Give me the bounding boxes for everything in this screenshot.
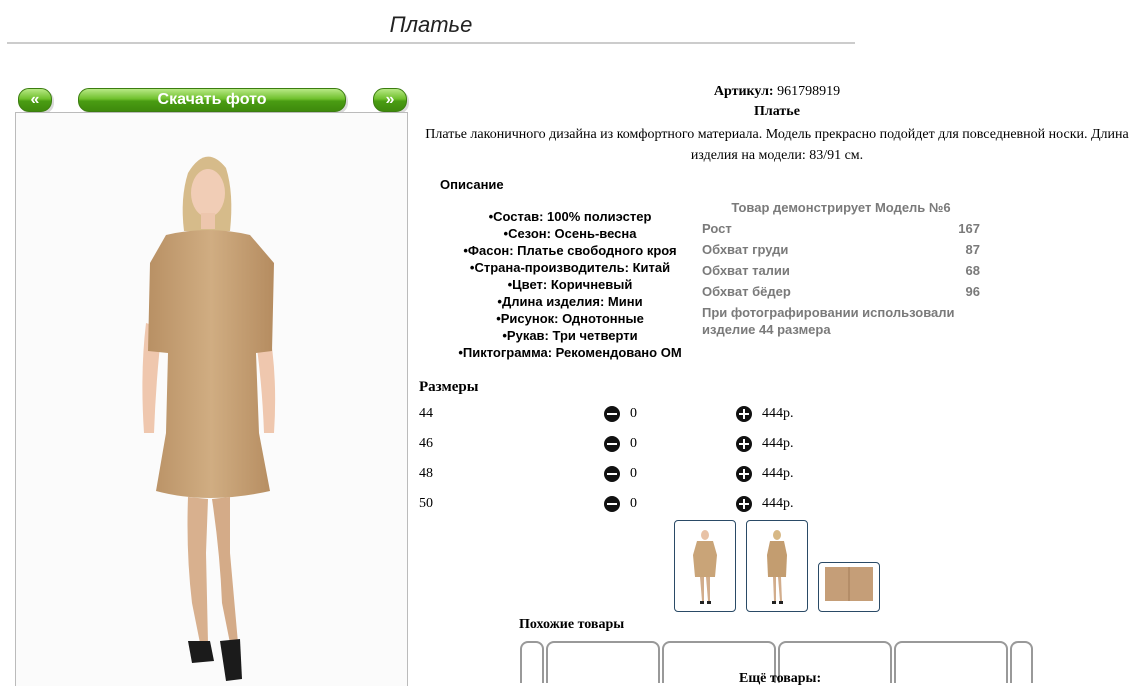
model-row-label: Обхват талии bbox=[702, 263, 790, 278]
size-label: 44 bbox=[419, 406, 433, 421]
model-row-label: Рост bbox=[702, 221, 732, 236]
quantity-value: 0 bbox=[630, 496, 637, 511]
product-name: Платье bbox=[754, 104, 800, 119]
list-item: Рукав: Три четверти bbox=[436, 327, 704, 344]
minus-icon[interactable] bbox=[604, 436, 620, 452]
list-item: Пиктограмма: Рекомендовано ОМ bbox=[436, 344, 704, 361]
product-description: Платье лаконичного дизайна из комфортног… bbox=[425, 127, 1129, 163]
plus-icon[interactable] bbox=[736, 466, 752, 482]
plus-icon[interactable] bbox=[736, 496, 752, 512]
size-price: 444р. bbox=[762, 406, 794, 421]
model-row-value: 68 bbox=[965, 263, 980, 278]
article-line: Артикул: 961798919 bbox=[416, 84, 1129, 100]
list-item: Состав: 100% полиэстер bbox=[436, 208, 704, 225]
quantity-value: 0 bbox=[630, 466, 637, 481]
list-item: Фасон: Платье свободного кроя bbox=[436, 242, 704, 259]
model-row-hips: Обхват бёдер 96 bbox=[702, 281, 980, 302]
thumbnail-front-image bbox=[693, 530, 717, 604]
model-heading: Товар демонстрирует Модель №6 bbox=[731, 200, 951, 215]
list-item: Страна-производитель: Китай bbox=[436, 259, 704, 276]
article-value: 961798919 bbox=[777, 84, 841, 99]
sizes-heading: Размеры bbox=[419, 379, 479, 395]
next-photo-button[interactable]: » bbox=[373, 88, 407, 112]
similar-scroll-left[interactable] bbox=[520, 641, 544, 683]
size-price: 444р. bbox=[762, 466, 794, 481]
size-label: 46 bbox=[419, 436, 433, 451]
article-label: Артикул: bbox=[713, 84, 774, 99]
model-row-value: 167 bbox=[958, 221, 980, 236]
thumbnail-side-image bbox=[767, 530, 787, 604]
list-item: Цвет: Коричневый bbox=[436, 276, 704, 293]
model-measurements: Товар демонстрирует Модель №6 Рост 167 О… bbox=[702, 198, 980, 338]
page-title: Платье bbox=[389, 12, 473, 37]
model-row-value: 96 bbox=[965, 284, 980, 299]
size-row: 44 0 444р. bbox=[419, 404, 819, 424]
list-item: Рисунок: Однотонные bbox=[436, 310, 704, 327]
download-photo-button[interactable]: Скачать фото bbox=[78, 88, 346, 112]
plus-icon[interactable] bbox=[736, 406, 752, 422]
thumbnail-fabric[interactable] bbox=[818, 562, 880, 612]
thumbnail-front[interactable] bbox=[674, 520, 736, 612]
model-row-chest: Обхват груди 87 bbox=[702, 239, 980, 260]
similar-item-card[interactable] bbox=[546, 641, 660, 683]
list-item: Длина изделия: Мини bbox=[436, 293, 704, 310]
size-price: 444р. bbox=[762, 436, 794, 451]
list-item: Сезон: Осень-весна bbox=[436, 225, 704, 242]
size-row: 46 0 444р. bbox=[419, 434, 819, 454]
similar-scroll-right[interactable] bbox=[1010, 641, 1033, 683]
similar-heading: Похожие товары bbox=[519, 617, 625, 632]
minus-icon[interactable] bbox=[604, 496, 620, 512]
description-heading: Описание bbox=[440, 177, 504, 192]
prev-photo-button[interactable]: « bbox=[18, 88, 52, 112]
thumbnail-side[interactable] bbox=[746, 520, 808, 612]
size-row: 50 0 444р. bbox=[419, 494, 819, 514]
minus-icon[interactable] bbox=[604, 466, 620, 482]
similar-item-card[interactable] bbox=[894, 641, 1008, 683]
model-row-value: 87 bbox=[965, 242, 980, 257]
model-row-label: Обхват бёдер bbox=[702, 284, 791, 299]
model-row-height: Рост 167 bbox=[702, 218, 980, 239]
title-divider bbox=[7, 42, 855, 44]
attribute-list: Состав: 100% полиэстер Сезон: Осень-весн… bbox=[436, 208, 704, 361]
main-product-photo[interactable] bbox=[15, 112, 408, 686]
size-label: 50 bbox=[419, 496, 433, 511]
size-label: 48 bbox=[419, 466, 433, 481]
model-row-waist: Обхват талии 68 bbox=[702, 260, 980, 281]
model-in-dress-image bbox=[142, 156, 276, 681]
quantity-value: 0 bbox=[630, 406, 637, 421]
minus-icon[interactable] bbox=[604, 406, 620, 422]
quantity-value: 0 bbox=[630, 436, 637, 451]
model-note: При фотографировании использовали издели… bbox=[702, 305, 955, 337]
size-row: 48 0 444р. bbox=[419, 464, 819, 484]
plus-icon[interactable] bbox=[736, 436, 752, 452]
size-price: 444р. bbox=[762, 496, 794, 511]
model-row-label: Обхват груди bbox=[702, 242, 789, 257]
fabric-seam bbox=[848, 567, 850, 601]
